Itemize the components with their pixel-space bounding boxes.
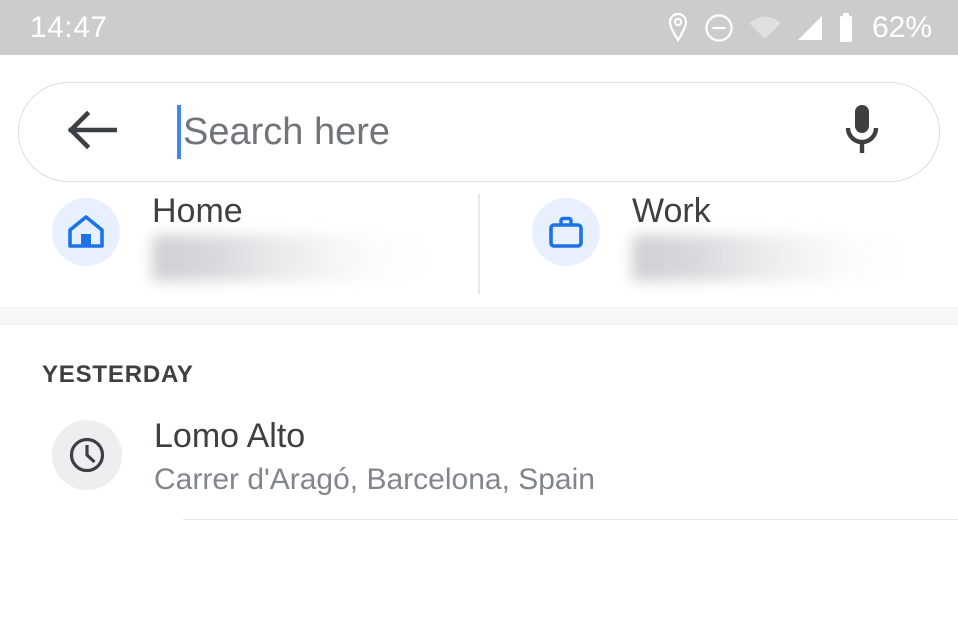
shortcuts-row: Home Work bbox=[0, 182, 958, 307]
shortcut-work-address-redacted bbox=[632, 235, 904, 282]
list-item-subtitle: Carrer d'Aragó, Barcelona, Spain bbox=[154, 463, 595, 497]
search-placeholder: Search here bbox=[183, 111, 391, 153]
list-item[interactable]: Lomo Alto Carrer d'Aragó, Barcelona, Spa… bbox=[0, 417, 958, 498]
history-section-header: YESTERDAY bbox=[42, 361, 194, 388]
do-not-disturb-icon bbox=[704, 13, 734, 43]
shortcut-home-address-redacted bbox=[152, 235, 427, 282]
shortcut-home-label: Home bbox=[152, 192, 243, 230]
shortcut-work-label: Work bbox=[632, 192, 711, 230]
clock-icon bbox=[52, 420, 122, 490]
shortcut-work-text: Work bbox=[632, 192, 958, 282]
battery-icon bbox=[838, 12, 854, 43]
status-bar-clock: 14:47 bbox=[30, 10, 108, 44]
back-arrow-icon[interactable] bbox=[65, 110, 118, 155]
history-list: Lomo Alto Carrer d'Aragó, Barcelona, Spa… bbox=[0, 417, 958, 521]
list-item-text: Lomo Alto Carrer d'Aragó, Barcelona, Spa… bbox=[154, 417, 958, 498]
shortcut-home-text: Home bbox=[152, 192, 478, 282]
briefcase-icon bbox=[532, 198, 600, 266]
location-pin-icon bbox=[666, 12, 690, 44]
search-input[interactable]: Search here bbox=[177, 83, 839, 181]
status-bar-icons: 62% bbox=[666, 12, 932, 44]
list-item-title: Lomo Alto bbox=[154, 417, 306, 455]
search-bar-container: Search here bbox=[0, 55, 958, 182]
search-bar[interactable]: Search here bbox=[18, 82, 940, 182]
shortcuts-divider bbox=[478, 194, 480, 294]
section-separator-band bbox=[0, 307, 958, 325]
status-bar: 14:47 62% bbox=[0, 0, 958, 55]
shortcut-work[interactable]: Work bbox=[478, 192, 958, 282]
microphone-icon[interactable] bbox=[839, 101, 885, 164]
text-caret bbox=[177, 105, 181, 159]
shortcut-home[interactable]: Home bbox=[0, 192, 478, 282]
cell-signal-icon bbox=[796, 15, 824, 41]
list-item-divider bbox=[183, 519, 958, 521]
battery-percent-label: 62% bbox=[871, 10, 932, 44]
wifi-icon bbox=[748, 15, 782, 41]
home-icon bbox=[52, 198, 120, 266]
